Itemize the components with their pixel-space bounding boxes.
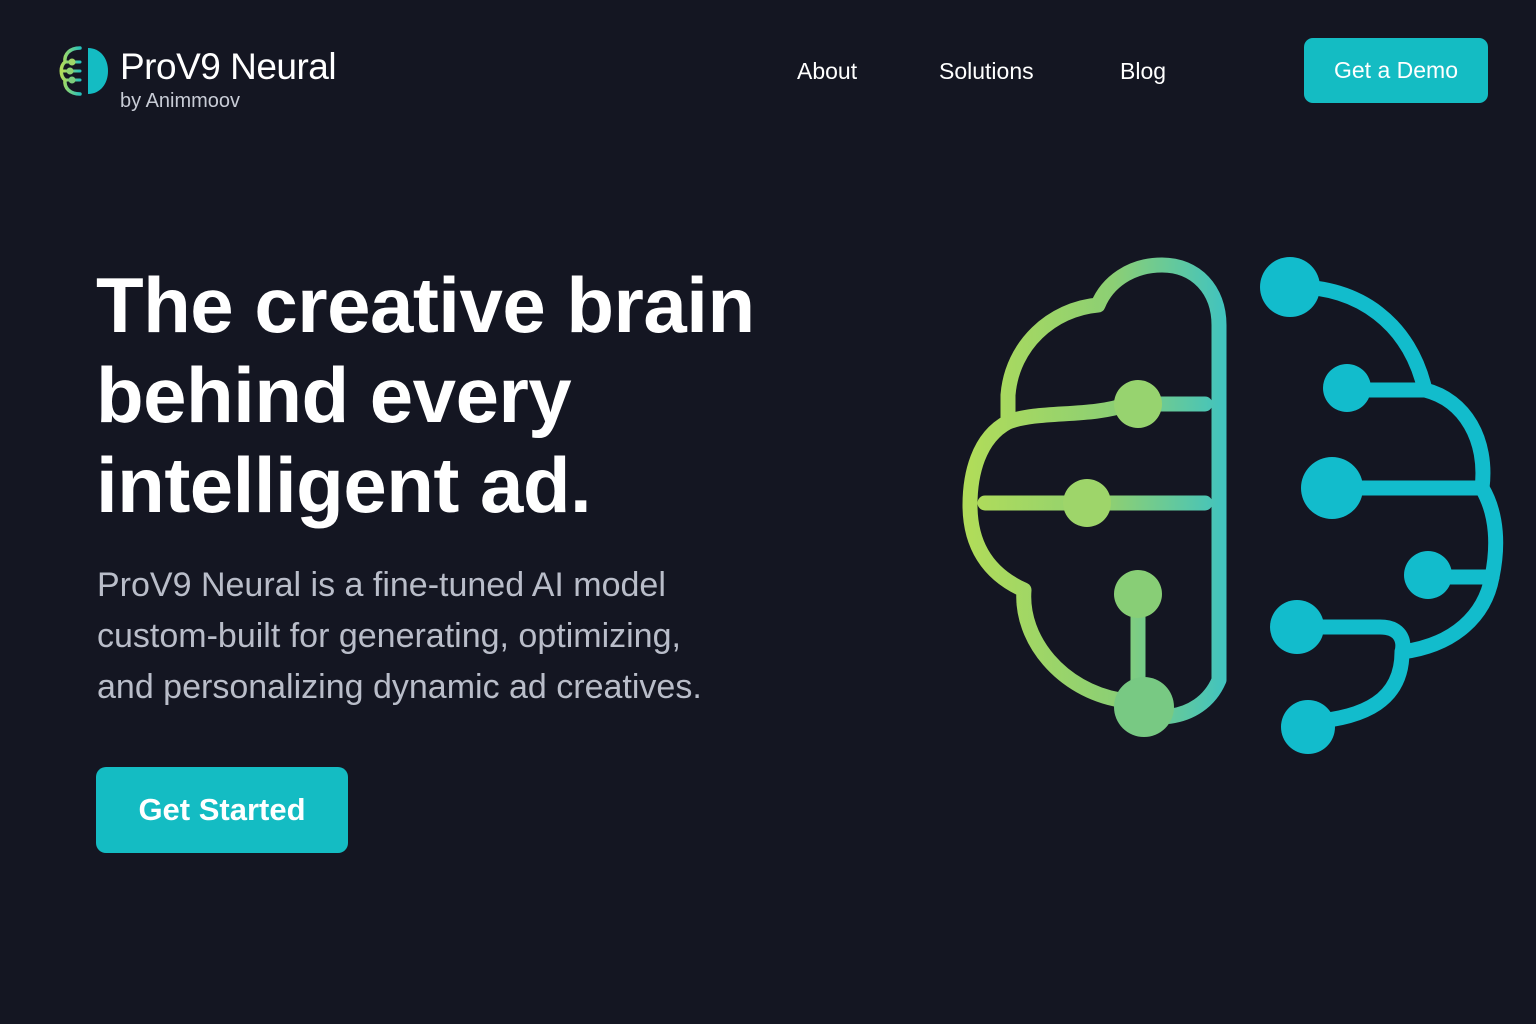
nav-link-about[interactable]: About (797, 57, 857, 85)
hero-description: ProV9 Neural is a fine-tuned AI model cu… (97, 560, 797, 713)
hero-description-line: custom-built for generating, optimizing, (97, 617, 681, 655)
get-demo-button[interactable]: Get a Demo (1304, 38, 1488, 103)
nav-link-blog[interactable]: Blog (1120, 57, 1166, 85)
hero-title-line: The creative brain (96, 261, 755, 349)
site-header: ProV9 Neural by Animmoov About Solutions… (0, 0, 1536, 140)
hero-title-line: intelligent ad. (96, 441, 592, 529)
hero-description-line: ProV9 Neural is a fine-tuned AI model (97, 566, 666, 604)
nav-link-solutions[interactable]: Solutions (939, 57, 1034, 85)
get-started-button[interactable]: Get Started (96, 767, 348, 853)
hero-description-line: and personalizing dynamic ad creatives. (97, 668, 702, 706)
hero-title-line: behind every (96, 351, 572, 439)
neural-brain-icon (962, 257, 1504, 754)
brand-subtitle: by Animmoov (120, 90, 241, 112)
hero-title: The creative brain behind every intellig… (96, 260, 816, 530)
